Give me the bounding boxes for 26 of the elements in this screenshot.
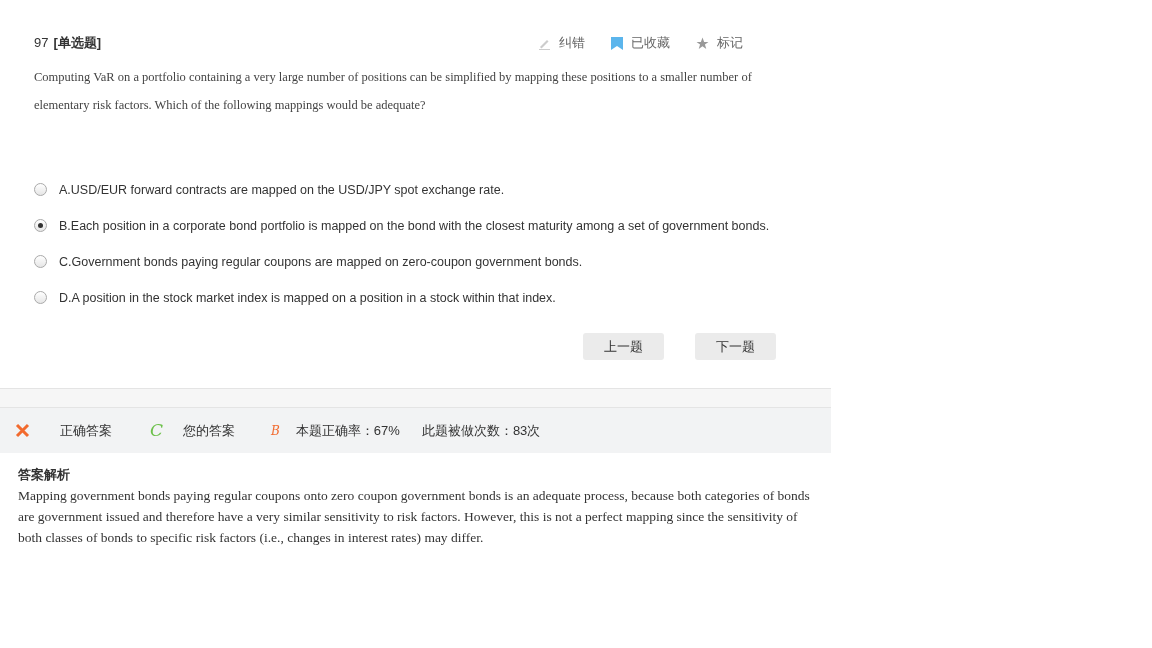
option-text: D.A position in the stock market index is mapped on a position in a stock within that index.	[59, 290, 556, 307]
correct-answer-label: 正确答案	[60, 421, 112, 440]
correct-answer: C	[150, 418, 163, 442]
accuracy-rate: 本题正确率：67%	[295, 421, 400, 440]
action-link[interactable]: 标记	[717, 33, 743, 53]
action-link[interactable]: 纠错	[559, 33, 585, 53]
action-link[interactable]: 已收藏	[631, 33, 670, 53]
attempt-count: 此题被做次数：83次	[421, 421, 541, 440]
your-answer-label: 您的答案	[183, 421, 235, 440]
nav-button[interactable]: 下一题	[695, 333, 776, 360]
explanation-text: Mapping government bonds paying regular coupons onto zero coupon government bonds is an adequate process, because both categories of bonds are government issued and therefore have a very similar sensitivity to risk factors. However, this is not a perfect mapping since the sensitivity of both classes of bonds to specific risk factors (i.e., changes in interest rates) may differ.	[18, 486, 811, 547]
your-answer: B	[271, 422, 280, 440]
question-text: Computing VaR on a portfolio containing a very large number of positions can be simplified by mapping these positions to a smaller number of elementary risk factors. Which of the following mappings would be adequate?	[34, 69, 753, 114]
radio-button[interactable]	[34, 183, 47, 196]
radio-button[interactable]	[34, 255, 47, 268]
option-text: B.Each position in a corporate bond portfolio is mapped on the bond with the closest maturity among a set of government bonds.	[59, 218, 770, 235]
radio-button[interactable]	[34, 219, 47, 232]
star-icon	[696, 36, 709, 50]
nav-button[interactable]: 上一题	[583, 333, 664, 360]
bookmark-icon	[611, 36, 623, 50]
question-number: 97	[34, 34, 49, 53]
explanation-title: 答案解析	[18, 466, 71, 484]
option-text: A.USD/EUR forward contracts are mapped on the USD/JPY spot exchange rate.	[59, 182, 505, 199]
question-type: [单选题]	[53, 34, 102, 53]
option-text: C.Government bonds paying regular coupons are mapped on zero-coupon government bonds.	[59, 254, 583, 271]
radio-button[interactable]	[34, 291, 47, 304]
